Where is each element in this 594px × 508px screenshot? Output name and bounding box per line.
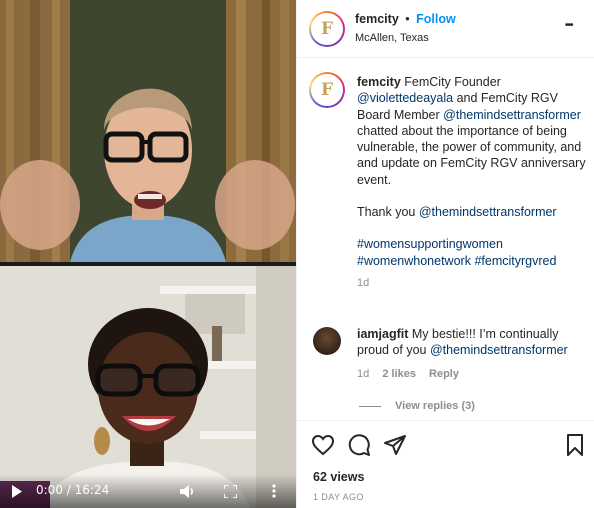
hashtag-womensupportingwomen[interactable]: #womensupportingwomen: [357, 237, 503, 251]
video-frame-top: [0, 0, 296, 262]
share-icon[interactable]: [383, 433, 407, 457]
caption-mention-2[interactable]: @themindsettransformer: [443, 108, 581, 122]
comment: iamjagfit My bestie!!! I’m continually p…: [357, 326, 589, 359]
fullscreen-icon[interactable]: [224, 485, 237, 498]
comment-reply-button[interactable]: Reply: [429, 368, 459, 380]
commenter-avatar[interactable]: [313, 327, 341, 355]
caption-thanks: Thank you: [357, 205, 416, 220]
hashtag-femcityrgvred[interactable]: #femcityrgvred: [474, 254, 556, 268]
bookmark-icon[interactable]: [563, 433, 587, 457]
hashtag-womenwhonetwork[interactable]: #womenwhonetwork: [357, 254, 471, 268]
author-avatar[interactable]: F: [309, 11, 345, 47]
replies-divider: [359, 405, 381, 407]
comment-meta: 1d 2 likes Reply: [357, 368, 469, 380]
comment-likes[interactable]: 2 likes: [382, 368, 416, 380]
caption-thanks-mention[interactable]: @themindsettransformer: [419, 205, 557, 219]
more-vertical-icon[interactable]: [272, 484, 276, 498]
view-replies-button[interactable]: View replies (3): [359, 400, 475, 412]
volume-icon[interactable]: [180, 484, 196, 499]
author-username[interactable]: femcity: [355, 12, 399, 26]
more-options-icon[interactable]: •••: [565, 20, 573, 31]
caption-username[interactable]: femcity: [357, 75, 401, 89]
caption-text-1: FemCity Founder: [404, 75, 501, 89]
view-replies-label: View replies (3): [395, 400, 475, 412]
femcity-logo-icon: F: [320, 19, 334, 39]
post-caption: femcity FemCity Founder @violettedeayala…: [357, 74, 589, 291]
action-bar: [297, 420, 594, 468]
caption-avatar-inner: F: [311, 74, 343, 106]
heart-icon[interactable]: [311, 433, 335, 457]
post-body: F femcity FemCity Founder @violettedeaya…: [297, 58, 594, 418]
comment-username[interactable]: iamjagfit: [357, 327, 408, 341]
participant-bottom-image: [0, 266, 296, 508]
caption-avatar[interactable]: F: [309, 72, 345, 108]
video-controls: 0:00 / 16:24: [0, 474, 296, 508]
author-avatar-inner: F: [311, 13, 343, 45]
play-icon[interactable]: [11, 485, 23, 498]
view-count[interactable]: 62 views: [313, 470, 364, 484]
video-time: 0:00 / 16:24: [36, 483, 110, 497]
post-header: F femcity • Follow McAllen, Texas •••: [297, 0, 594, 58]
post-panel: F femcity • Follow McAllen, Texas ••• F …: [296, 0, 594, 508]
video-frame-bottom: [0, 266, 296, 508]
participant-top-image: [0, 0, 296, 262]
video-player[interactable]: 0:00 / 16:24: [0, 0, 296, 508]
caption-mention-1[interactable]: @violettedeayala: [357, 91, 453, 105]
comment-icon[interactable]: [347, 433, 371, 457]
comment-age[interactable]: 1d: [357, 368, 369, 380]
caption-text-3: chatted about the importance of being vu…: [357, 123, 586, 187]
header-title-row: femcity • Follow: [355, 12, 456, 26]
post-location[interactable]: McAllen, Texas: [355, 32, 429, 44]
caption-age[interactable]: 1d: [357, 275, 589, 291]
femcity-logo-icon: F: [320, 80, 334, 100]
header-separator: •: [405, 12, 410, 26]
comment-mention[interactable]: @themindsettransformer: [430, 343, 568, 357]
post-date[interactable]: 1 DAY AGO: [313, 492, 364, 502]
follow-button[interactable]: Follow: [416, 12, 456, 26]
